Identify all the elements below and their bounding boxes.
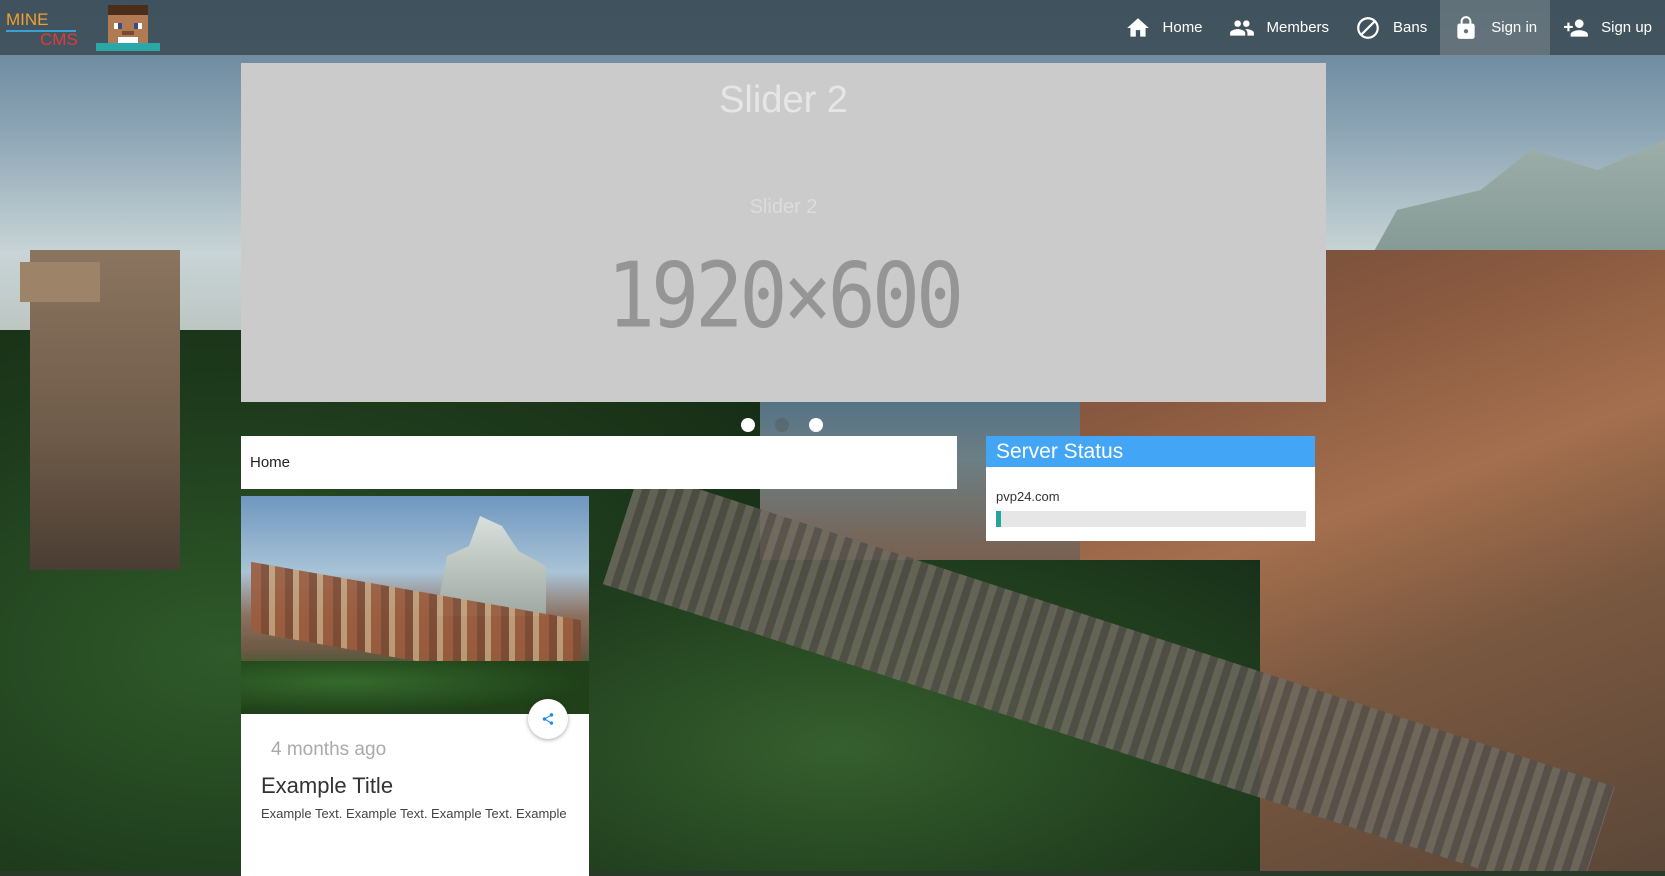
breadcrumb-home[interactable]: Home bbox=[250, 454, 290, 471]
logo-text-1: MINE bbox=[6, 10, 49, 29]
nav-members[interactable]: Members bbox=[1216, 0, 1343, 55]
logo-text-2: CMS bbox=[40, 30, 78, 49]
home-icon bbox=[1126, 17, 1149, 37]
add-user-icon bbox=[1564, 18, 1589, 37]
nav-bans-label: Bans bbox=[1393, 19, 1428, 36]
slider-dot-1[interactable] bbox=[741, 418, 755, 432]
nav-sign-in[interactable]: Sign in bbox=[1440, 0, 1551, 55]
post-title[interactable]: Example Title bbox=[261, 773, 393, 799]
post-date: 4 months ago bbox=[271, 739, 387, 760]
post-image[interactable] bbox=[241, 496, 589, 714]
post-card: 4 months ago Example Title Example Text.… bbox=[241, 496, 589, 876]
nav-bans[interactable]: Bans bbox=[1342, 0, 1440, 55]
nav-sign-in-label: Sign in bbox=[1491, 19, 1538, 36]
nav-members-label: Members bbox=[1266, 19, 1330, 36]
nav-sign-up-label: Sign up bbox=[1601, 19, 1652, 36]
members-icon bbox=[1229, 19, 1254, 36]
breadcrumb: Home bbox=[241, 436, 957, 489]
top-navbar: MINE CMS Home Members Bans Sign in Sign … bbox=[0, 0, 1665, 55]
server-player-bar-fill bbox=[996, 511, 1001, 527]
nav-sign-up[interactable]: Sign up bbox=[1550, 0, 1665, 55]
slider-dot-2[interactable] bbox=[775, 418, 789, 432]
nav-home-label: Home bbox=[1162, 19, 1203, 36]
bg-castle-tower bbox=[20, 262, 100, 302]
share-button[interactable] bbox=[528, 699, 568, 739]
nav-home[interactable]: Home bbox=[1112, 0, 1216, 55]
slider-title: Slider 2 bbox=[719, 79, 848, 121]
server-status-widget: Server Status pvp24.com bbox=[986, 436, 1315, 541]
share-icon bbox=[542, 713, 554, 725]
server-status-title: Server Status bbox=[986, 436, 1315, 467]
slider-subtitle: Slider 2 bbox=[749, 196, 818, 218]
lock-icon bbox=[1457, 15, 1475, 39]
steve-avatar-icon[interactable] bbox=[96, 5, 160, 51]
ban-icon bbox=[1357, 16, 1379, 39]
hero-slider[interactable]: Slider 2 Slider 2 1920×600 bbox=[241, 63, 1326, 402]
post-text: Example Text. Example Text. Example Text… bbox=[261, 806, 567, 821]
slider-placeholder-text: 1920×600 bbox=[606, 243, 964, 348]
slider-dots bbox=[741, 418, 843, 432]
main-nav: Home Members Bans Sign in Sign up bbox=[1112, 0, 1665, 55]
site-logo[interactable]: MINE CMS bbox=[6, 6, 78, 49]
server-player-bar bbox=[996, 511, 1306, 527]
slider-dot-3[interactable] bbox=[809, 418, 823, 432]
server-host: pvp24.com bbox=[996, 489, 1060, 504]
